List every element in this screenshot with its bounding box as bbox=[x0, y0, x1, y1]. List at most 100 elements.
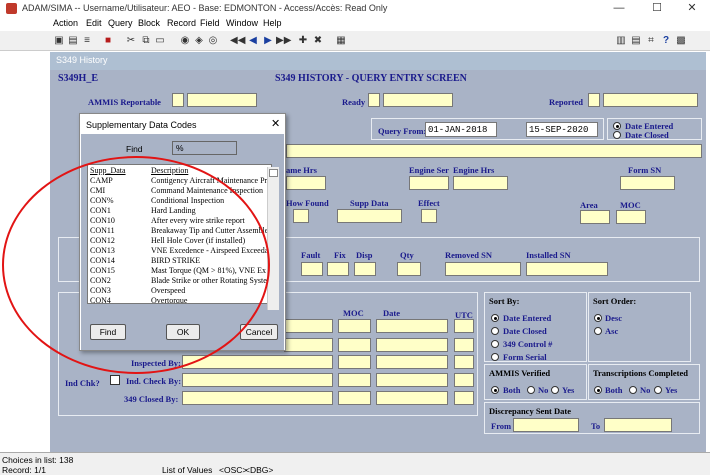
help-icon[interactable]: ? bbox=[659, 34, 673, 47]
engine-hrs-field[interactable] bbox=[453, 176, 508, 190]
trans-no-radio[interactable] bbox=[629, 386, 637, 394]
engine-ser-field[interactable] bbox=[409, 176, 449, 190]
maximize-button[interactable]: ☐ bbox=[639, 0, 675, 17]
date-field-5[interactable] bbox=[376, 391, 448, 405]
moc-field-5[interactable] bbox=[338, 391, 371, 405]
insert-record-icon[interactable]: ✚ bbox=[296, 34, 310, 47]
disc-from-field[interactable] bbox=[513, 418, 579, 432]
notes-icon[interactable]: ▤ bbox=[629, 34, 643, 47]
ammis-reportable-desc[interactable] bbox=[187, 93, 257, 107]
list-item[interactable]: CON% Conditional Inspection bbox=[88, 196, 271, 206]
dialog-cancel-button[interactable]: Cancel bbox=[240, 324, 278, 340]
scrollbar-thumb[interactable] bbox=[269, 169, 278, 177]
dialog-find-button[interactable]: Find bbox=[90, 324, 126, 340]
signoff-field-1[interactable] bbox=[284, 319, 333, 333]
fault-field[interactable] bbox=[301, 262, 323, 276]
last-record-icon[interactable]: ▶▶ bbox=[276, 34, 291, 47]
menu-block[interactable]: Block bbox=[138, 18, 160, 28]
list-item[interactable]: CON13 VNE Excedence - Airspeed Exceedan bbox=[88, 246, 271, 256]
utc-field-5[interactable] bbox=[454, 391, 474, 405]
dialog-ok-button[interactable]: OK bbox=[166, 324, 200, 340]
enter-query-icon[interactable]: ◉ bbox=[178, 34, 192, 47]
removed-sn-field[interactable] bbox=[445, 262, 521, 276]
moc-field-4[interactable] bbox=[338, 373, 371, 387]
dialog-find-input[interactable]: % bbox=[172, 141, 237, 155]
menu-window[interactable]: Window bbox=[226, 18, 258, 28]
menu-record[interactable]: Record bbox=[167, 18, 196, 28]
minimize-button[interactable]: — bbox=[601, 0, 637, 17]
reported-field[interactable] bbox=[588, 93, 600, 107]
sort-asc-radio[interactable] bbox=[594, 327, 602, 335]
fix-field[interactable] bbox=[327, 262, 349, 276]
save-icon[interactable]: ▣ bbox=[52, 34, 66, 47]
date-field-1[interactable] bbox=[376, 319, 448, 333]
dialog-close-button[interactable]: ✕ bbox=[271, 117, 280, 130]
list-item[interactable]: CON1 Hard Landing bbox=[88, 206, 271, 216]
signoff-field-2[interactable] bbox=[284, 338, 333, 352]
sort-date-closed-radio[interactable] bbox=[491, 327, 499, 335]
installed-sn-field[interactable] bbox=[526, 262, 608, 276]
date-field-4[interactable] bbox=[376, 373, 448, 387]
list-values-icon[interactable]: ▦ bbox=[334, 34, 348, 47]
ammis-reportable-field[interactable] bbox=[172, 93, 184, 107]
list-item[interactable]: CON10 After every wire strike report bbox=[88, 216, 271, 226]
list-item[interactable]: CON11 Breakaway Tip and Cutter Assemble bbox=[88, 226, 271, 236]
first-record-icon[interactable]: ◀◀ bbox=[230, 34, 245, 47]
sort-desc-radio[interactable] bbox=[594, 314, 602, 322]
list-item[interactable]: CMI Command Maintenance Inspection bbox=[88, 186, 271, 196]
disp-field[interactable] bbox=[354, 262, 376, 276]
utc-field-1[interactable] bbox=[454, 319, 474, 333]
list-item[interactable]: CAMP Contigency Aircraft Maintenance Pr bbox=[88, 176, 271, 186]
ammis-both-radio[interactable] bbox=[491, 386, 499, 394]
ind-chk-checkbox[interactable] bbox=[110, 375, 120, 385]
cut-icon[interactable]: ✂ bbox=[124, 34, 138, 47]
copy-icon[interactable]: ⧉ bbox=[139, 34, 153, 47]
calculator-icon[interactable]: ▥ bbox=[614, 34, 628, 47]
ammis-yes-radio[interactable] bbox=[551, 386, 559, 394]
menu-query[interactable]: Query bbox=[108, 18, 133, 28]
form-sn-field[interactable] bbox=[620, 176, 675, 190]
close-button[interactable]: ✕ bbox=[674, 0, 710, 17]
trans-yes-radio[interactable] bbox=[654, 386, 662, 394]
area-field[interactable] bbox=[580, 210, 610, 224]
frame-hrs-field[interactable] bbox=[286, 176, 326, 190]
utc-field-3[interactable] bbox=[454, 355, 474, 369]
list-item[interactable]: CON4 Overtorque bbox=[88, 296, 271, 303]
reported-desc[interactable] bbox=[603, 93, 698, 107]
paste-icon[interactable]: ▭ bbox=[153, 34, 167, 47]
moc-field[interactable] bbox=[616, 210, 646, 224]
date-closed-radio[interactable] bbox=[613, 131, 621, 139]
date-entered-radio[interactable] bbox=[613, 122, 621, 130]
list-item[interactable]: CON12 Hell Hole Cover (if installed) bbox=[88, 236, 271, 246]
query-from-input[interactable]: 01-JAN-2018 bbox=[425, 122, 497, 137]
ammis-no-radio[interactable] bbox=[527, 386, 535, 394]
menu-action[interactable]: Action bbox=[53, 18, 78, 28]
menu-help[interactable]: Help bbox=[263, 18, 282, 28]
trans-both-radio[interactable] bbox=[594, 386, 602, 394]
menu-field[interactable]: Field bbox=[200, 18, 220, 28]
utc-field-4[interactable] bbox=[454, 373, 474, 387]
description-field[interactable] bbox=[286, 144, 702, 158]
ready-field[interactable] bbox=[368, 93, 380, 107]
list-item[interactable]: CON15 Mast Torque (QM > 81%), VNE Ex bbox=[88, 266, 271, 276]
effect-field[interactable] bbox=[421, 209, 437, 223]
moc-field-1[interactable] bbox=[338, 319, 371, 333]
sort-form-serial-radio[interactable] bbox=[491, 353, 499, 361]
date-field-2[interactable] bbox=[376, 338, 448, 352]
prev-record-icon[interactable]: ◀ bbox=[246, 34, 260, 47]
inspected-by-field[interactable] bbox=[182, 355, 333, 369]
sort-control-radio[interactable] bbox=[491, 340, 499, 348]
date-field-3[interactable] bbox=[376, 355, 448, 369]
closed-by-field[interactable] bbox=[182, 391, 333, 405]
utc-field-2[interactable] bbox=[454, 338, 474, 352]
disc-to-field[interactable] bbox=[604, 418, 672, 432]
ind-check-by-field[interactable] bbox=[182, 373, 333, 387]
list-item[interactable]: CON14 BIRD STRIKE bbox=[88, 256, 271, 266]
execute-query-icon[interactable]: ◈ bbox=[192, 34, 206, 47]
ready-desc[interactable] bbox=[383, 93, 453, 107]
list-item[interactable]: CON3 Overspeed bbox=[88, 286, 271, 296]
cancel-query-icon[interactable]: ◎ bbox=[206, 34, 220, 47]
menu-edit[interactable]: Edit bbox=[86, 18, 102, 28]
query-to-input[interactable]: 15-SEP-2020 bbox=[526, 122, 598, 137]
grid-icon[interactable]: ▩ bbox=[674, 34, 688, 47]
